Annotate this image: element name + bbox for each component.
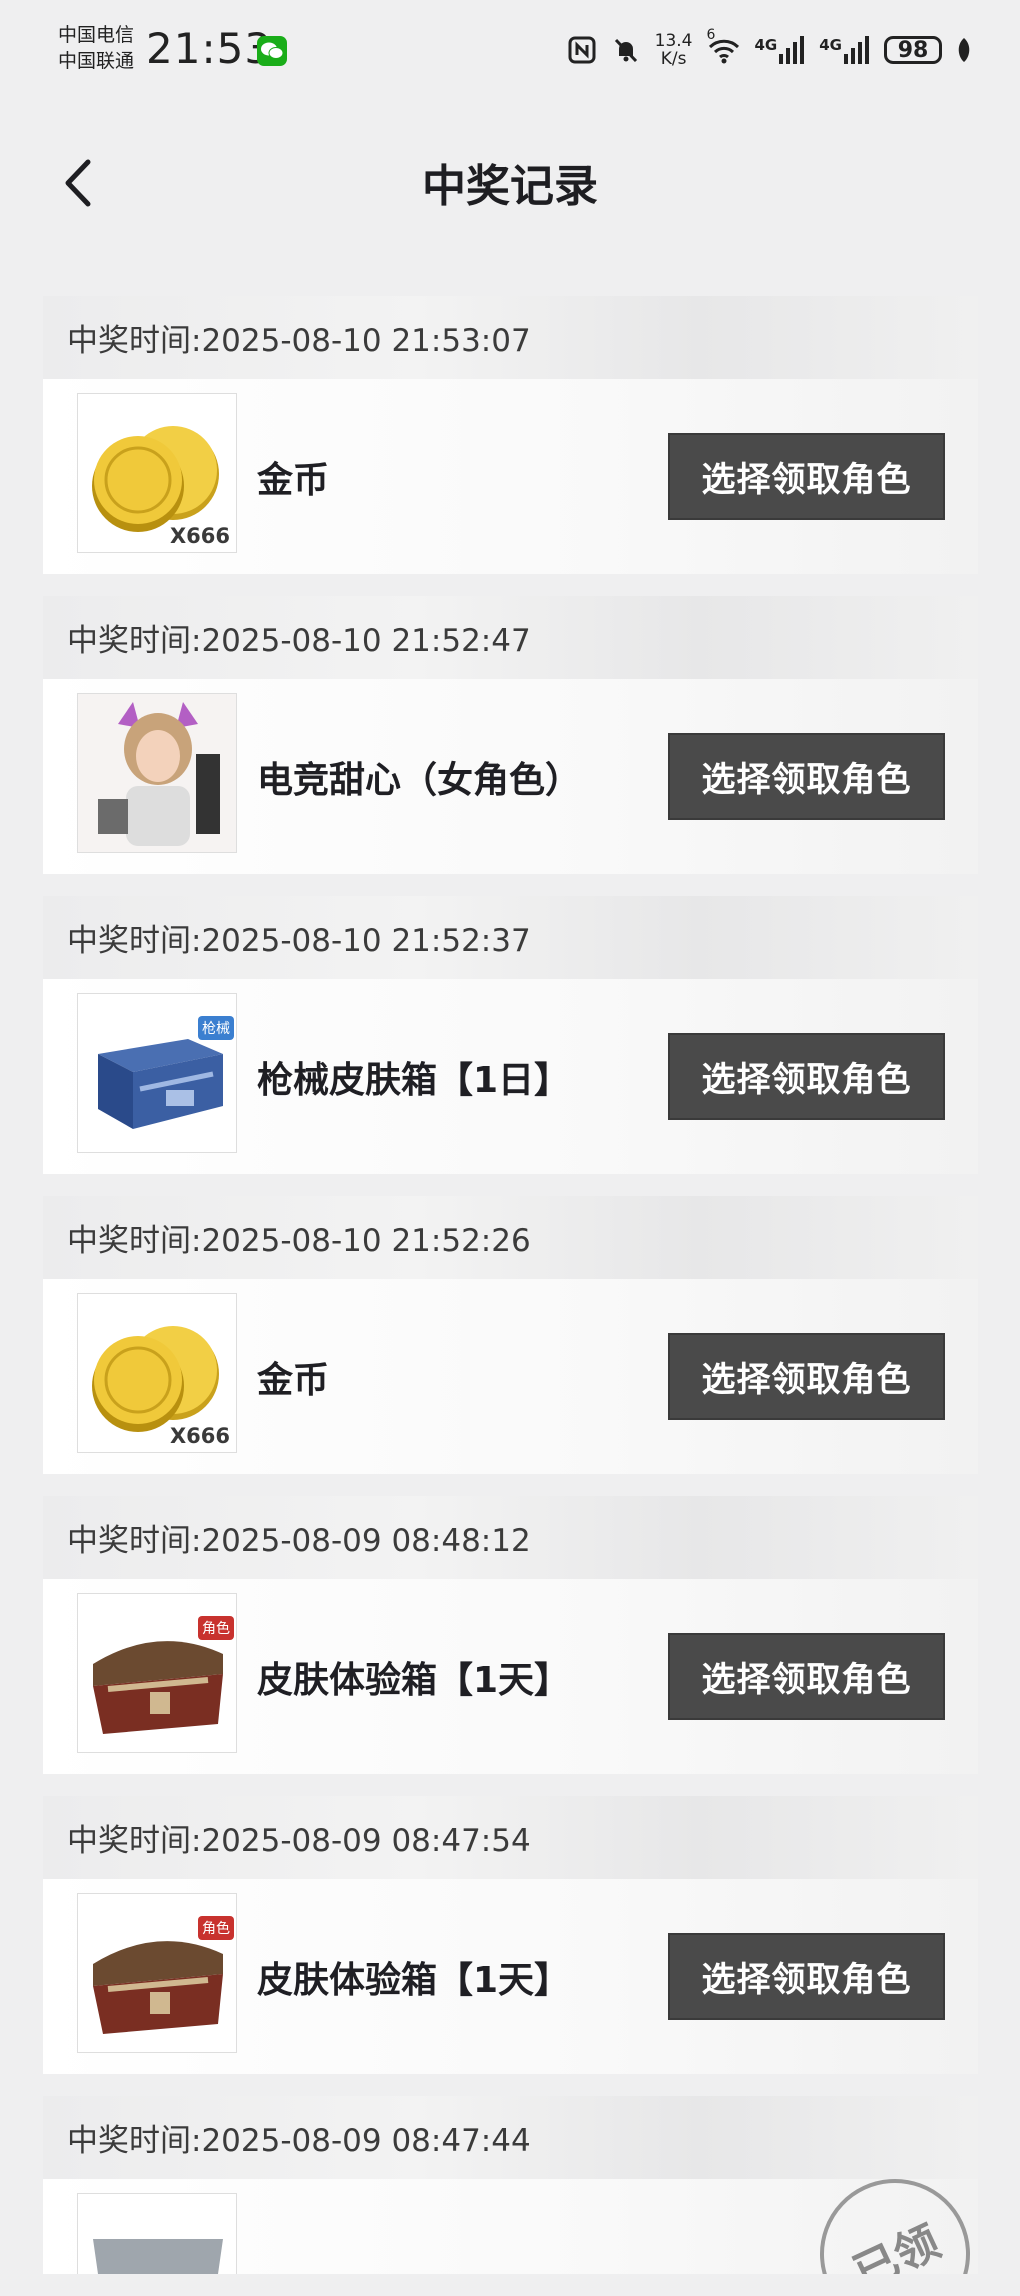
nav-bar: 中奖记录 [0, 120, 1020, 240]
net-type-2: 4G [819, 36, 842, 54]
skin-trial-box-image: 角色 [77, 1893, 237, 2053]
weapon-tag: 枪械 [198, 1016, 234, 1040]
select-claim-role-button[interactable]: 选择领取角色 [668, 1033, 945, 1120]
battery-level: 98 [897, 37, 929, 63]
win-time: 中奖时间:2025-08-09 08:48:12 [43, 1496, 978, 1579]
win-time: 中奖时间:2025-08-09 08:47:54 [43, 1796, 978, 1879]
status-icons: 13.4 K/s 6 4G 4G 98 [567, 27, 972, 70]
select-claim-role-button[interactable]: 选择领取角色 [668, 433, 945, 520]
wifi-version: 6 [706, 27, 716, 43]
net-speed-unit: K/s [660, 49, 687, 69]
carrier-1: 中国电信 [58, 24, 135, 46]
prize-name: 金币 [257, 459, 330, 501]
win-time: 中奖时间:2025-08-10 21:52:37 [43, 896, 978, 979]
gold-coin-image: X666 [77, 1293, 237, 1453]
battery-indicator: 98 [884, 36, 942, 64]
select-claim-role-button[interactable]: 选择领取角色 [668, 1333, 945, 1420]
weapon-skin-box-image: 枪械 [77, 993, 237, 1153]
net-type-1: 4G [754, 36, 778, 54]
signal-2-icon: 4G [819, 36, 870, 64]
net-speed: 13.4 K/s [655, 32, 693, 68]
page-title: 中奖记录 [422, 161, 598, 212]
prize-record-card: 中奖时间:2025-08-10 21:52:37 枪械 枪械皮肤箱【1日】 选择… [43, 896, 978, 1174]
prize-record-card: 中奖时间:2025-08-10 21:52:26 X666 金币 选择领取角色 [43, 1196, 978, 1474]
select-claim-role-button[interactable]: 选择领取角色 [668, 1633, 945, 1720]
prize-name: 枪械皮肤箱【1日】 [257, 1059, 571, 1101]
signal-1-icon: 4G [755, 36, 806, 64]
wechat-icon [257, 36, 287, 66]
wifi-icon: 6 [707, 27, 741, 65]
carrier-2: 中国联通 [58, 50, 135, 72]
gold-coin-image: X666 [77, 393, 237, 553]
prize-record-card: 中奖时间:2025-08-10 21:52:47 电竞甜心（女角色） 选择领取角… [43, 596, 978, 874]
prize-name: 皮肤体验箱【1天】 [257, 1659, 571, 1701]
prize-record-list[interactable]: 中奖时间:2025-08-10 21:53:07 X666 金币 选择领取角色 … [43, 296, 978, 2296]
win-time: 中奖时间:2025-08-10 21:52:26 [43, 1196, 978, 1279]
role-tag: 角色 [198, 1616, 234, 1640]
quantity-label: X666 [169, 524, 230, 548]
female-character-image [77, 693, 237, 853]
carrier-info: 中国电信 中国联通 [58, 22, 134, 74]
win-time: 中奖时间:2025-08-10 21:52:47 [43, 596, 978, 679]
win-time: 中奖时间:2025-08-09 08:47:44 [43, 2096, 978, 2179]
win-time: 中奖时间:2025-08-10 21:53:07 [43, 296, 978, 379]
select-claim-role-button[interactable]: 选择领取角色 [668, 1933, 945, 2020]
quantity-label: X666 [169, 1424, 230, 1448]
leaf-icon [958, 38, 970, 62]
role-tag: 角色 [198, 1916, 234, 1940]
prize-record-card: 中奖时间:2025-08-09 08:47:54 角色 皮肤体验箱【1天】 选择… [43, 1796, 978, 2074]
prize-record-card: 中奖时间:2025-08-10 21:53:07 X666 金币 选择领取角色 [43, 296, 978, 574]
skin-trial-box-image: 角色 [77, 1593, 237, 1753]
net-speed-value: 13.4 [654, 31, 693, 51]
prize-record-card: 中奖时间:2025-08-09 08:47:44 已领 [43, 2096, 978, 2274]
prize-name: 电竞甜心（女角色） [257, 759, 582, 801]
prize-record-card: 中奖时间:2025-08-09 08:48:12 角色 皮肤体验箱【1天】 选择… [43, 1496, 978, 1774]
clock: 21:53 [146, 24, 273, 73]
mute-bell-icon [614, 38, 637, 63]
silver-box-image [77, 2193, 237, 2274]
prize-name: 金币 [257, 1359, 330, 1401]
status-bar: 中国电信 中国联通 21:53 13.4 K/s 6 4G 4G 98 [0, 0, 1020, 100]
select-claim-role-button[interactable]: 选择领取角色 [668, 733, 945, 820]
prize-name: 皮肤体验箱【1天】 [257, 1959, 571, 2001]
nfc-icon [568, 36, 596, 64]
